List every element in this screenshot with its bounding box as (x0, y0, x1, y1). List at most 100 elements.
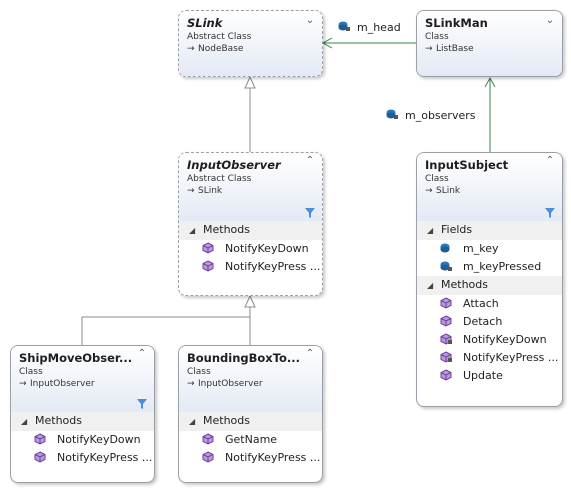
class-header: SLink Abstract Class → NodeBase ⌄ (179, 11, 322, 76)
field-row[interactable]: m_keyPressed (417, 258, 562, 276)
method-icon (440, 369, 452, 381)
base-name: SLink (436, 186, 461, 196)
base-name: ListBase (436, 44, 474, 54)
expand-chevron-icon[interactable]: ⌄ (305, 16, 315, 26)
inherit-arrow-inputobserver (244, 294, 256, 308)
section-label: Methods (35, 414, 82, 427)
section-expanded-icon: ◢ (189, 417, 196, 426)
class-header: InputObserver Abstract Class → SLink ⌃ (179, 153, 322, 221)
method-name: GetName (225, 433, 278, 446)
class-base: → SLink (187, 185, 314, 198)
section-label: Methods (441, 278, 488, 291)
class-shape-slinkman[interactable]: SLinkMan Class → ListBase ⌄ (416, 10, 563, 77)
section-label: Methods (203, 414, 250, 427)
class-shape-shipmoveobserver[interactable]: ShipMoveObser... Class → InputObserver ⌃ … (10, 345, 155, 483)
field-icon (338, 21, 350, 31)
method-row[interactable]: NotifyKeyDown (179, 240, 322, 258)
section-label: Fields (441, 223, 473, 236)
base-arrow-icon: → (425, 44, 433, 54)
method-row[interactable]: NotifyKeyDown (417, 331, 562, 349)
class-base: → NodeBase (187, 43, 314, 56)
method-name: NotifyKeyPress ... (225, 451, 321, 464)
field-row[interactable]: m_key (417, 240, 562, 258)
filter-icon[interactable] (137, 399, 147, 409)
class-stereotype: Class (425, 174, 449, 184)
base-name: InputObserver (30, 379, 95, 389)
method-row[interactable]: GetName (179, 431, 322, 449)
base-name: SLink (198, 186, 223, 196)
class-base: → InputObserver (187, 378, 314, 391)
method-name: NotifyKeyPress ... (57, 451, 153, 464)
section-header-methods[interactable]: ◢ Methods (179, 221, 322, 240)
method-row[interactable]: Update (417, 367, 562, 385)
section-header-methods[interactable]: ◢ Methods (179, 412, 322, 431)
expand-chevron-icon[interactable]: ⌄ (545, 16, 555, 26)
field-name: m_key (463, 242, 499, 255)
method-row[interactable]: Detach (417, 313, 562, 331)
class-shape-boundingbox[interactable]: BoundingBoxTo... Class → InputObserver ⌃ … (178, 345, 323, 483)
base-name: InputObserver (198, 379, 263, 389)
section-label: Methods (203, 223, 250, 236)
method-name: NotifyKeyDown (463, 333, 547, 346)
filter-icon[interactable] (305, 208, 315, 218)
base-arrow-icon: → (187, 379, 195, 389)
method-icon (34, 433, 46, 445)
class-name: SLink (187, 16, 223, 30)
class-stereotype: Class (19, 367, 43, 377)
collapse-chevron-icon[interactable]: ⌃ (305, 156, 315, 166)
method-icon (202, 260, 214, 272)
private-method-icon (440, 351, 452, 363)
method-name: Detach (463, 315, 503, 328)
class-shape-inputobserver[interactable]: InputObserver Abstract Class → SLink ⌃ ◢ M… (178, 152, 323, 296)
section-header-methods[interactable]: ◢ Methods (11, 412, 154, 431)
section-header-methods[interactable]: ◢ Methods (417, 276, 562, 295)
private-field-icon (440, 261, 452, 271)
method-row[interactable]: NotifyKeyPress ... (179, 449, 322, 467)
class-base: → ListBase (425, 43, 554, 56)
base-name: NodeBase (198, 44, 244, 54)
method-icon (440, 297, 452, 309)
method-name: Attach (463, 297, 499, 310)
method-icon (34, 451, 46, 463)
class-name: ShipMoveObser... (19, 351, 133, 365)
base-arrow-icon: → (19, 379, 27, 389)
method-icon (202, 451, 214, 463)
class-header: SLinkMan Class → ListBase ⌄ (417, 11, 562, 76)
collapse-chevron-icon[interactable]: ⌃ (137, 349, 147, 359)
class-shape-inputsubject[interactable]: InputSubject Class → SLink ⌃ ◢ Fields m_ke… (416, 152, 563, 407)
method-row[interactable]: NotifyKeyPress ... (179, 258, 322, 276)
section-expanded-icon: ◢ (427, 281, 434, 290)
method-row[interactable]: NotifyKeyDown (11, 431, 154, 449)
class-stereotype: Abstract Class (187, 174, 252, 184)
method-name: NotifyKeyDown (57, 433, 141, 446)
method-row[interactable]: NotifyKeyPress ... (11, 449, 154, 467)
method-row[interactable]: Attach (417, 295, 562, 313)
class-stereotype: Class (187, 367, 211, 377)
private-method-icon (440, 333, 452, 345)
class-name: InputObserver (187, 158, 281, 172)
base-arrow-icon: → (425, 186, 433, 196)
class-name: InputSubject (425, 158, 509, 172)
method-name: NotifyKeyPress ... (225, 260, 321, 273)
inherit-arrow-slink (244, 75, 256, 89)
class-name: BoundingBoxTo... (187, 351, 301, 365)
section-expanded-icon: ◢ (427, 226, 434, 235)
method-row[interactable]: NotifyKeyPress ... (417, 349, 562, 367)
field-name: m_keyPressed (463, 260, 542, 273)
collapse-chevron-icon[interactable]: ⌃ (305, 349, 315, 359)
base-arrow-icon: → (187, 186, 195, 196)
method-icon (440, 315, 452, 327)
collapse-chevron-icon[interactable]: ⌃ (545, 156, 555, 166)
section-expanded-icon: ◢ (189, 226, 196, 235)
filter-icon[interactable] (545, 208, 555, 218)
method-icon (202, 242, 214, 254)
class-name: SLinkMan (425, 16, 488, 30)
section-expanded-icon: ◢ (21, 417, 28, 426)
field-icon (440, 243, 450, 253)
class-stereotype: Abstract Class (187, 32, 252, 42)
section-header-fields[interactable]: ◢ Fields (417, 221, 562, 240)
method-name: Update (463, 369, 503, 382)
class-shape-slink[interactable]: SLink Abstract Class → NodeBase ⌄ (178, 10, 323, 77)
association-label-m-observers: m_observers (405, 109, 476, 122)
method-name: NotifyKeyPress ... (463, 351, 559, 364)
